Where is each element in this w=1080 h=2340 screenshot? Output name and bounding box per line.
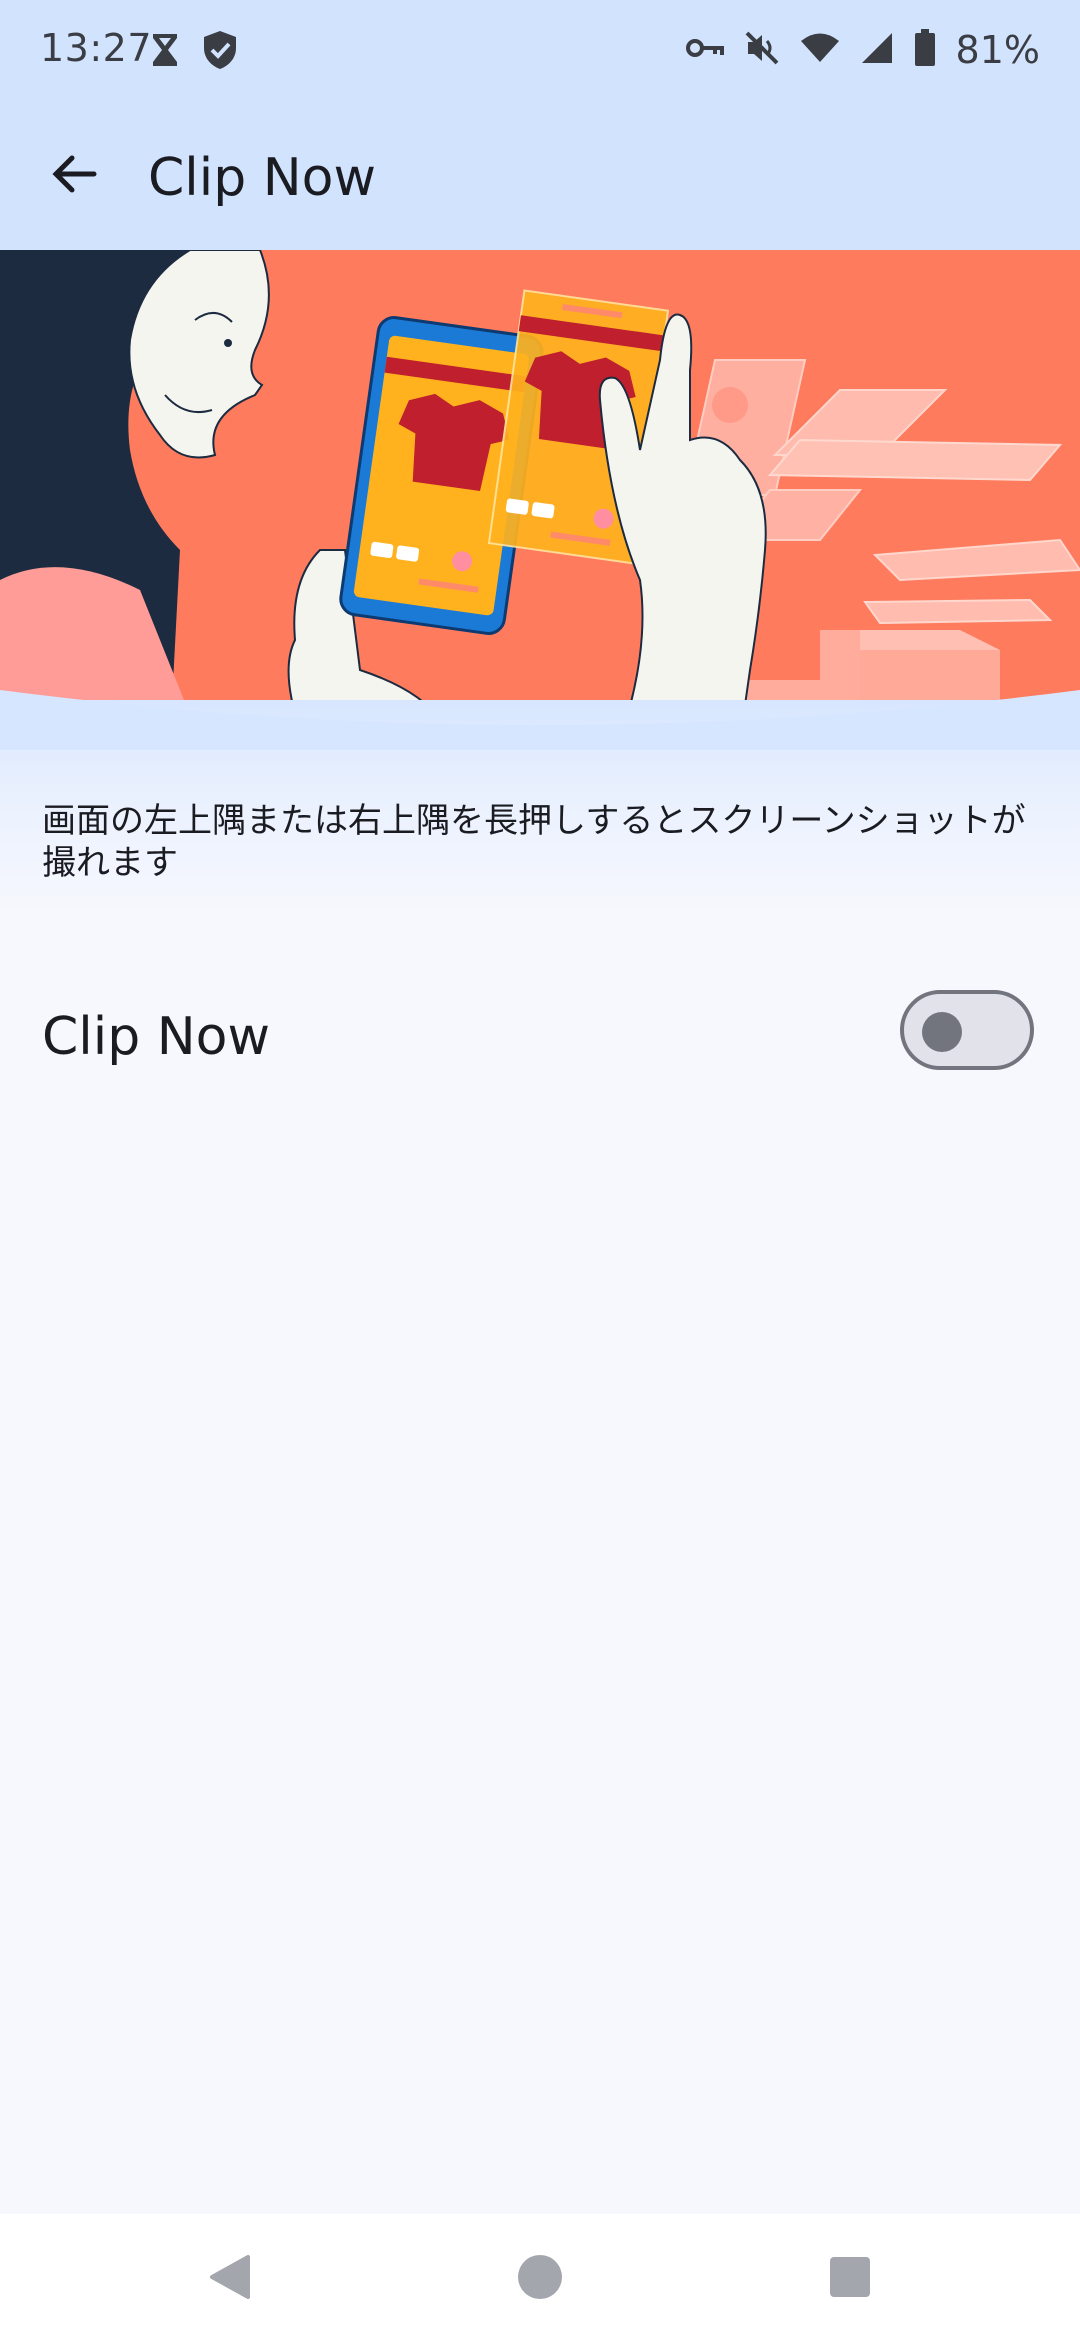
back-triangle-icon: [208, 2253, 252, 2305]
navigation-bar: [0, 2214, 1080, 2340]
vpn-key-icon: [685, 36, 724, 64]
shield-check-icon: [202, 30, 238, 74]
nav-back-button[interactable]: [195, 2244, 265, 2314]
status-left-icons: [150, 30, 238, 74]
description-text: 画面の左上隅または右上隅を長押しするとスクリーンショットが撮れます: [42, 801, 1026, 883]
signal-icon: [860, 32, 894, 68]
clip-now-setting-row[interactable]: Clip Now: [0, 960, 1080, 1110]
nav-home-button[interactable]: [505, 2244, 575, 2314]
back-button[interactable]: [36, 138, 112, 214]
app-bar: Clip Now: [0, 100, 1080, 250]
home-circle-icon: [517, 2254, 563, 2304]
mute-icon: [744, 30, 780, 70]
status-time: 13:27: [40, 26, 153, 70]
battery-percent: 81%: [955, 28, 1040, 72]
nav-recents-button[interactable]: [815, 2244, 885, 2314]
battery-icon: [914, 29, 936, 71]
page-title: Clip Now: [148, 148, 376, 208]
recents-square-icon: [829, 2256, 871, 2302]
status-right-icons: 81%: [685, 28, 1040, 72]
hero-illustration: [0, 250, 1080, 740]
status-bar: 13:27 81%: [0, 0, 1080, 100]
toggle-thumb: [922, 1012, 962, 1052]
setting-label: Clip Now: [42, 1007, 270, 1067]
hero-curve: [0, 690, 1080, 750]
wifi-icon: [800, 32, 840, 68]
person-using-phone-screenshot-illustration: [0, 250, 1080, 740]
hourglass-icon: [150, 32, 180, 72]
arrow-back-icon: [50, 150, 98, 202]
clip-now-toggle[interactable]: [900, 990, 1034, 1070]
